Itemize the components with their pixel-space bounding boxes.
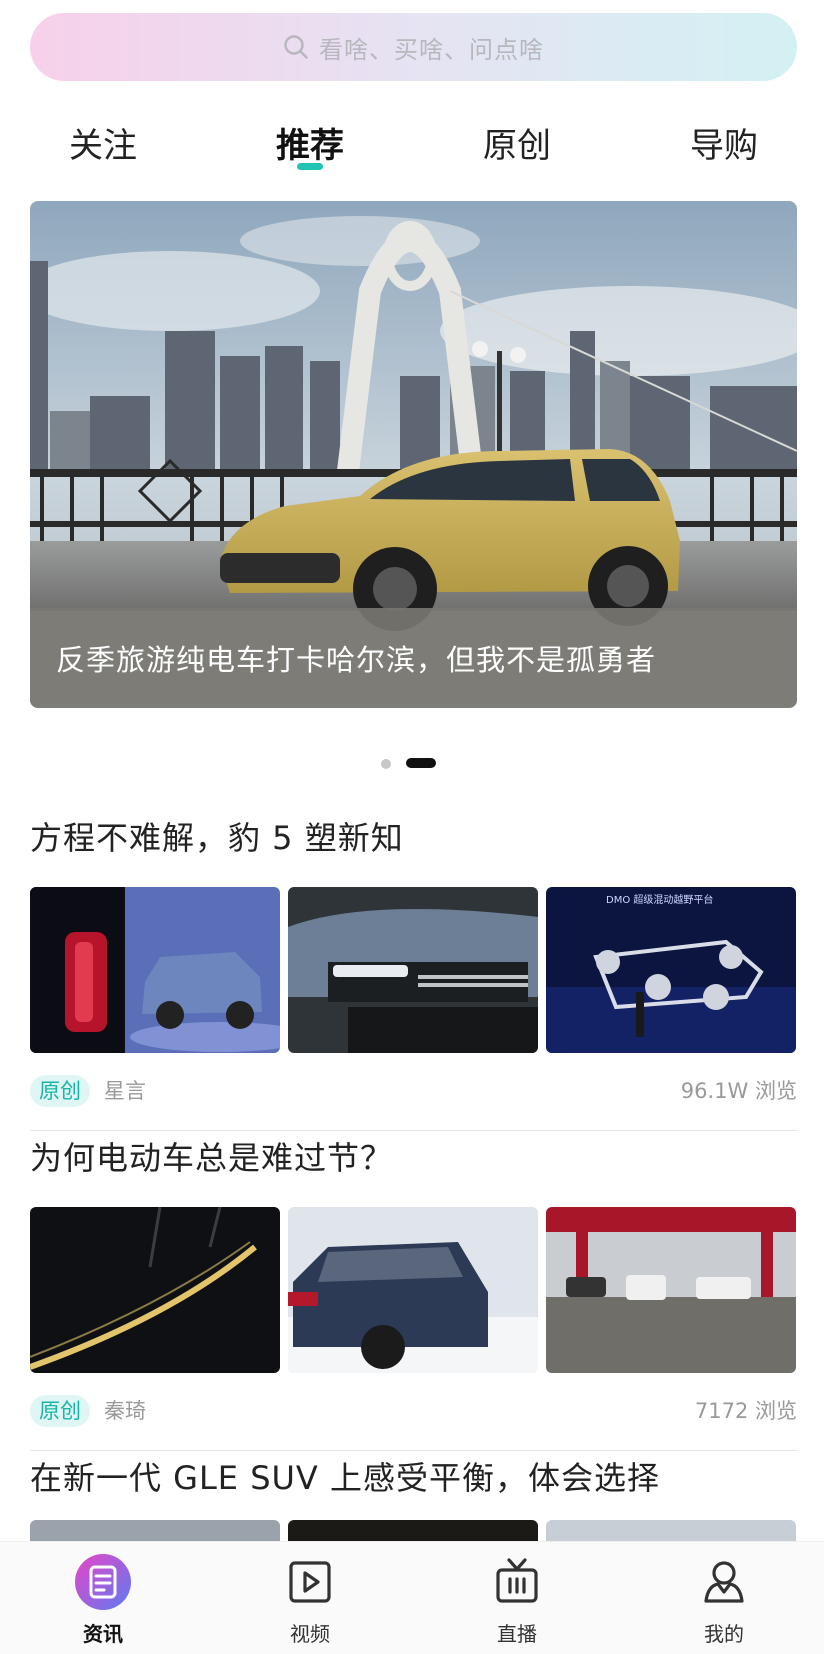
pagination-dot-active[interactable]	[406, 758, 436, 768]
view-count: 96.1W 浏览	[680, 1079, 797, 1103]
banner-carousel[interactable]: 反季旅游纯电车打卡哈尔滨，但我不是孤勇者	[30, 201, 797, 708]
divider	[30, 1450, 797, 1451]
nav-label: 视频	[290, 1622, 330, 1646]
tab-recommend[interactable]: 推荐	[240, 118, 380, 167]
search-placeholder: 看啥、买啥、问点啥	[319, 35, 544, 64]
author-name[interactable]: 秦琦	[104, 1395, 146, 1427]
search-icon	[283, 34, 309, 60]
nav-item-live[interactable]: 直播	[447, 1542, 587, 1654]
article-thumbnails: DMO 超级混动越野平台	[30, 887, 797, 1053]
search-bar[interactable]: 看啥、买啥、问点啥	[30, 13, 797, 81]
article-thumbnails	[30, 1520, 797, 1541]
nav-label: 资讯	[83, 1622, 123, 1646]
article-card[interactable]: 方程不难解，豹 5 塑新知 DMO 超级混动越野平台 原创 星言 96.1W 浏…	[30, 815, 797, 1135]
thumbnail-image	[30, 887, 280, 1053]
video-icon	[282, 1554, 338, 1610]
nav-item-video[interactable]: 视频	[240, 1542, 380, 1654]
pagination-dot[interactable]	[381, 759, 391, 769]
live-tv-icon	[489, 1554, 545, 1610]
original-tag: 原创	[30, 1075, 90, 1107]
news-icon	[75, 1554, 131, 1610]
original-tag: 原创	[30, 1395, 90, 1427]
article-thumbnails	[30, 1207, 797, 1373]
thumbnail-image	[30, 1207, 280, 1373]
thumbnail-image	[288, 1207, 538, 1373]
thumbnail-image	[546, 1207, 796, 1373]
article-card[interactable]: 在新一代 GLE SUV 上感受平衡，体会选择	[30, 1455, 797, 1541]
bottom-navigation: 资讯 视频 直播 我的	[0, 1541, 824, 1654]
nav-label: 我的	[704, 1622, 744, 1646]
article-meta: 原创 秦琦 7172 浏览	[30, 1395, 797, 1429]
banner-caption: 反季旅游纯电车打卡哈尔滨，但我不是孤勇者	[56, 643, 657, 677]
thumbnail-image	[288, 887, 538, 1053]
article-title: 在新一代 GLE SUV 上感受平衡，体会选择	[30, 1459, 660, 1497]
carousel-pagination	[0, 757, 824, 769]
profile-icon	[696, 1554, 752, 1610]
author-name[interactable]: 星言	[104, 1075, 146, 1107]
top-tabs: 关注 推荐 原创 导购	[0, 100, 824, 180]
article-title: 方程不难解，豹 5 塑新知	[30, 819, 404, 857]
tab-original[interactable]: 原创	[447, 118, 587, 167]
thumbnail-image	[546, 1520, 796, 1541]
nav-label: 直播	[497, 1622, 537, 1646]
article-title: 为何电动车总是难过节？	[30, 1139, 394, 1177]
nav-item-news[interactable]: 资讯	[33, 1542, 173, 1654]
thumbnail-image	[288, 1520, 538, 1541]
article-meta: 原创 星言 96.1W 浏览	[30, 1075, 797, 1109]
view-count: 7172 浏览	[694, 1399, 797, 1423]
article-card[interactable]: 为何电动车总是难过节？ 原创 秦琦 7172 浏览	[30, 1135, 797, 1455]
nav-item-profile[interactable]: 我的	[654, 1542, 794, 1654]
tab-shopping-guide[interactable]: 导购	[654, 118, 794, 167]
divider	[30, 1130, 797, 1131]
active-tab-indicator	[297, 163, 323, 170]
tab-follow[interactable]: 关注	[33, 118, 173, 167]
banner-caption-bar: 反季旅游纯电车打卡哈尔滨，但我不是孤勇者	[30, 608, 797, 708]
thumbnail-caption: DMO 超级混动越野平台	[606, 893, 713, 906]
thumbnail-image	[30, 1520, 280, 1541]
thumbnail-image: DMO 超级混动越野平台	[546, 887, 796, 1053]
